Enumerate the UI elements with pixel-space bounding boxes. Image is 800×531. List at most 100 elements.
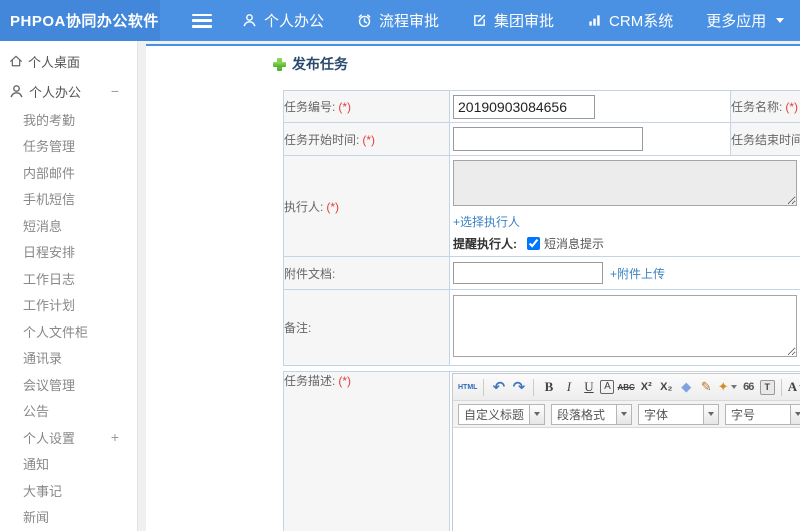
required-marker: (*): [338, 100, 352, 114]
sidebar-item-my-attendance[interactable]: 我的考勤: [0, 106, 137, 133]
nav-item-label: 更多应用: [706, 13, 767, 30]
magic-wand-icon[interactable]: ✦: [718, 378, 737, 397]
sms-remind-checkbox[interactable]: [527, 237, 540, 250]
attachment-label: 附件文档:: [284, 266, 336, 281]
collapse-icon[interactable]: −: [111, 83, 119, 99]
undo-icon[interactable]: ↶: [490, 378, 507, 397]
nav-item-group-approval[interactable]: 集团审批: [472, 10, 554, 31]
user-icon: [9, 84, 24, 99]
caret-down-icon[interactable]: [616, 404, 632, 424]
sidebar-item-short-message[interactable]: 短消息: [0, 212, 137, 239]
nav-item-workflow-approval[interactable]: 流程审批: [357, 10, 439, 31]
start-time-label-cell: 任务开始时间: (*): [283, 122, 450, 156]
font-color-icon[interactable]: A: [788, 378, 800, 397]
user-icon: [242, 13, 257, 28]
paste-icon[interactable]: T: [759, 379, 775, 395]
strikethrough-icon[interactable]: ABC: [617, 378, 634, 397]
attachment-upload-link[interactable]: +附件上传: [610, 265, 665, 282]
font-family-select[interactable]: 字体: [638, 403, 720, 425]
attachment-label-cell: 附件文档:: [283, 256, 450, 290]
font-size-select[interactable]: 字号: [725, 403, 800, 425]
attachment-input[interactable]: [453, 262, 603, 284]
sidebar-item-label: 内部邮件: [23, 165, 76, 181]
nav-item-label: 个人办公: [264, 13, 325, 30]
main-content: 发布任务 任务编号:(*) 任务名称:(*) 任务开始时间:(*): [146, 44, 800, 531]
sidebar-item-contacts[interactable]: 通讯录: [0, 345, 137, 372]
custom-title-select[interactable]: 自定义标题: [458, 403, 546, 425]
nav-item-crm-system[interactable]: CRM系统: [587, 10, 673, 31]
underline-icon[interactable]: U: [580, 378, 597, 397]
task-no-label-cell: 任务编号: (*): [283, 90, 450, 123]
sidebar-item-task-management[interactable]: 任务管理: [0, 133, 137, 160]
sidebar-item-label: 个人办公: [29, 84, 82, 100]
sidebar-item-news[interactable]: 新闻: [0, 504, 137, 531]
description-label-cell: 任务描述: (*): [283, 371, 450, 531]
remark-textarea[interactable]: [453, 295, 797, 357]
end-time-label: 任务结束时间:: [731, 132, 800, 147]
executor-label: 执行人:: [284, 199, 324, 214]
required-marker: (*): [338, 374, 352, 388]
hamburger-menu-icon[interactable]: [192, 13, 212, 28]
sidebar-item-label: 通知: [23, 457, 50, 473]
sidebar-item-personal-office[interactable]: 个人办公 −: [0, 76, 137, 106]
paragraph-format-select[interactable]: 段落格式: [551, 403, 633, 425]
expand-icon[interactable]: +: [111, 429, 119, 445]
caret-down-icon[interactable]: [790, 404, 800, 424]
caret-down-icon[interactable]: [529, 404, 545, 424]
app-logo: PHPOA协同办公软件: [0, 0, 160, 41]
add-plus-icon: [273, 57, 286, 71]
sidebar-item-personal-file-cabinet[interactable]: 个人文件柜: [0, 318, 137, 345]
sidebar-item-internal-mail[interactable]: 内部邮件: [0, 159, 137, 186]
char-border-icon[interactable]: A: [600, 380, 615, 394]
eraser-icon[interactable]: ◆: [678, 378, 695, 397]
caret-down-icon: [776, 18, 785, 23]
nav-item-more-apps[interactable]: 更多应用: [706, 10, 785, 31]
edit-icon: [472, 13, 487, 28]
nav-item-label: 流程审批: [379, 13, 440, 30]
remark-label: 备注:: [284, 321, 312, 335]
format-brush-icon[interactable]: ✎: [698, 378, 715, 397]
task-no-input[interactable]: [453, 94, 595, 119]
bold-icon[interactable]: B: [540, 378, 557, 397]
source-code-icon[interactable]: HTML: [458, 378, 477, 397]
sidebar-item-announcement[interactable]: 公告: [0, 398, 137, 425]
subscript-icon[interactable]: X₂: [658, 378, 675, 397]
select-executor-link[interactable]: +选择执行人: [453, 215, 520, 229]
sidebar-item-work-plan[interactable]: 工作计划: [0, 292, 137, 319]
blockquote-icon[interactable]: 66: [740, 378, 757, 397]
italic-icon[interactable]: I: [560, 378, 577, 397]
required-marker: (*): [326, 199, 340, 214]
dropdown-label: 段落格式: [557, 407, 606, 422]
sidebar-item-personal-settings[interactable]: 个人设置 +: [0, 424, 137, 451]
sidebar-item-label: 个人文件柜: [23, 324, 89, 340]
sidebar-item-meeting-management[interactable]: 会议管理: [0, 371, 137, 398]
task-no-label: 任务编号:: [284, 100, 336, 114]
toolbar-separator: [780, 378, 782, 396]
top-header: PHPOA协同办公软件 个人办公 流程审批 集团审批 CRM系统 更多应用: [0, 0, 800, 41]
sidebar-item-work-log[interactable]: 工作日志: [0, 265, 137, 292]
sidebar-item-schedule[interactable]: 日程安排: [0, 239, 137, 266]
editor-content-area[interactable]: [453, 428, 800, 531]
sidebar-item-label: 任务管理: [23, 139, 76, 155]
start-time-input[interactable]: [453, 127, 643, 151]
sidebar-item-mobile-sms[interactable]: 手机短信: [0, 186, 137, 213]
redo-icon[interactable]: ↷: [510, 378, 527, 397]
sms-remind-label: 短消息提示: [544, 237, 605, 251]
superscript-icon[interactable]: X²: [638, 378, 655, 397]
sidebar-item-major-events[interactable]: 大事记: [0, 477, 137, 504]
toolbar-separator: [533, 378, 535, 396]
sidebar-item-personal-desktop[interactable]: 个人桌面: [0, 46, 137, 76]
toolbar-separator: [483, 378, 485, 396]
sidebar-item-label: 我的考勤: [23, 112, 76, 128]
task-name-label: 任务名称:: [731, 100, 783, 114]
nav-item-personal-office[interactable]: 个人办公: [242, 10, 324, 31]
required-marker: (*): [785, 100, 799, 114]
sidebar-item-notifications[interactable]: 通知: [0, 451, 137, 478]
caret-down-icon[interactable]: [703, 404, 719, 424]
required-marker: (*): [362, 132, 376, 147]
bar-chart-icon: [587, 13, 602, 28]
start-time-label: 任务开始时间:: [284, 132, 360, 147]
executor-textarea[interactable]: [453, 160, 797, 206]
caret-down-icon: [730, 385, 737, 389]
task-name-label-cell: 任务名称: (*): [730, 90, 800, 123]
